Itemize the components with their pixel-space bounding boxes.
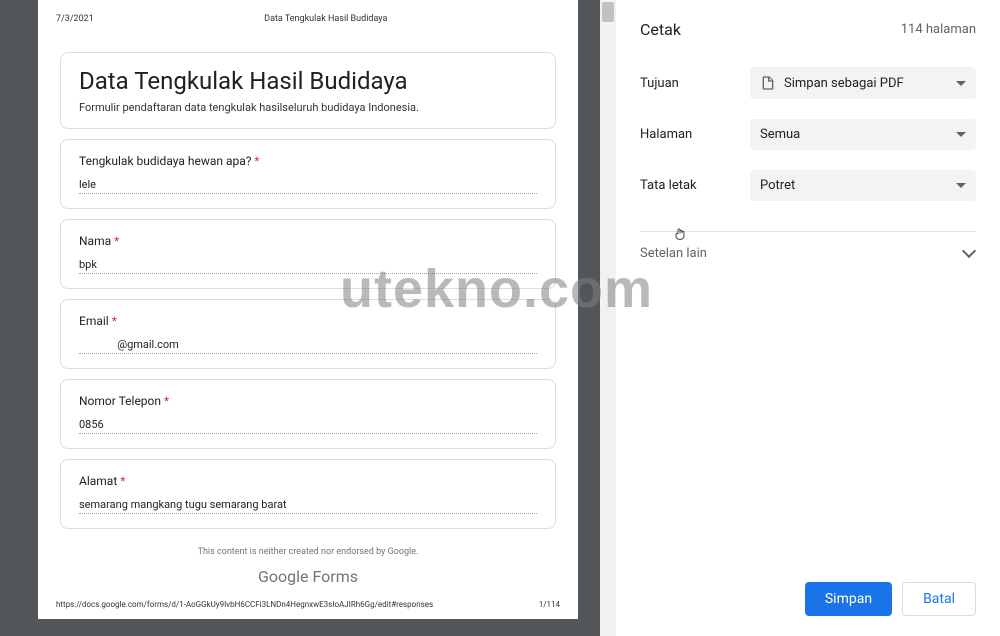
chevron-down-icon <box>964 248 976 260</box>
google-forms-label: Google Forms <box>60 567 556 586</box>
chevron-down-icon <box>956 183 966 188</box>
field-value: @gmail.com <box>79 338 537 354</box>
layout-label: Tata letak <box>640 178 750 193</box>
required-indicator: * <box>164 394 169 408</box>
destination-setting-row: Tujuan Simpan sebagai PDF <box>640 67 976 99</box>
chevron-down-icon <box>956 132 966 137</box>
footer-url: https://docs.google.com/forms/d/1-AoGGkU… <box>56 600 433 609</box>
required-indicator: * <box>114 234 119 248</box>
preview-page: 7/3/2021 Data Tengkulak Hasil Budidaya D… <box>38 0 578 619</box>
destination-label: Tujuan <box>640 76 750 91</box>
pages-value: Semua <box>760 127 800 142</box>
more-settings-label: Setelan lain <box>640 246 707 261</box>
required-indicator: * <box>112 314 117 328</box>
chevron-down-icon <box>956 81 966 86</box>
field-label: Nama * <box>79 234 537 248</box>
field-value: 0856 <box>79 418 537 434</box>
layout-dropdown[interactable]: Potret <box>750 170 976 201</box>
field-value: semarang mangkang tugu semarang barat <box>79 498 537 514</box>
pages-label: Halaman <box>640 127 750 142</box>
pages-setting-row: Halaman Semua <box>640 119 976 150</box>
page-footer-row: https://docs.google.com/forms/d/1-AoGGkU… <box>52 600 564 609</box>
save-button[interactable]: Simpan <box>805 582 892 616</box>
required-indicator: * <box>254 154 259 168</box>
field-label: Email * <box>79 314 537 328</box>
field-label: Nomor Telepon * <box>79 394 537 408</box>
pdf-icon <box>760 75 776 91</box>
destination-dropdown[interactable]: Simpan sebagai PDF <box>750 67 976 99</box>
action-buttons: Simpan Batal <box>805 582 976 616</box>
form-field-card: Alamat * semarang mangkang tugu semarang… <box>60 459 556 529</box>
disclaimer-text: This content is neither created nor endo… <box>60 547 556 557</box>
form-header-card: Data Tengkulak Hasil Budidaya Formulir p… <box>60 52 556 129</box>
field-label: Tengkulak budidaya hewan apa? * <box>79 154 537 168</box>
print-header: Cetak 114 halaman <box>640 20 976 39</box>
layout-value: Potret <box>760 178 795 193</box>
pages-dropdown[interactable]: Semua <box>750 119 976 150</box>
divider: Setelan lain <box>640 231 976 261</box>
form-field-card: Tengkulak budidaya hewan apa? * lele <box>60 139 556 209</box>
scrollbar-thumb[interactable] <box>602 2 614 22</box>
form-description: Formulir pendaftaran data tengkulak hasi… <box>79 101 537 114</box>
form-field-card: Nomor Telepon * 0856 <box>60 379 556 449</box>
preview-scrollbar[interactable] <box>600 0 616 636</box>
more-settings-toggle[interactable]: Setelan lain <box>640 246 976 261</box>
form-field-card: Nama * bpk <box>60 219 556 289</box>
page-count: 114 halaman <box>901 22 976 37</box>
page-indicator: 1/114 <box>539 600 560 609</box>
layout-setting-row: Tata letak Potret <box>640 170 976 201</box>
page-header-title: Data Tengkulak Hasil Budidaya <box>264 14 387 24</box>
destination-value: Simpan sebagai PDF <box>784 76 904 91</box>
form-field-card: Email * @gmail.com <box>60 299 556 369</box>
field-label: Alamat * <box>79 474 537 488</box>
form-container: Data Tengkulak Hasil Budidaya Formulir p… <box>52 52 564 586</box>
required-indicator: * <box>120 474 125 488</box>
form-title: Data Tengkulak Hasil Budidaya <box>79 67 537 95</box>
page-header-spacer <box>558 14 560 24</box>
field-value: lele <box>79 178 537 194</box>
page-date: 7/3/2021 <box>56 14 94 24</box>
print-settings-panel: Cetak 114 halaman Tujuan Simpan sebagai … <box>616 0 1000 636</box>
cancel-button[interactable]: Batal <box>902 582 976 616</box>
page-header-row: 7/3/2021 Data Tengkulak Hasil Budidaya <box>52 14 564 24</box>
cursor-hand-icon <box>672 224 688 244</box>
print-title: Cetak <box>640 20 681 39</box>
print-preview-area: 7/3/2021 Data Tengkulak Hasil Budidaya D… <box>0 0 616 636</box>
field-value: bpk <box>79 258 537 274</box>
